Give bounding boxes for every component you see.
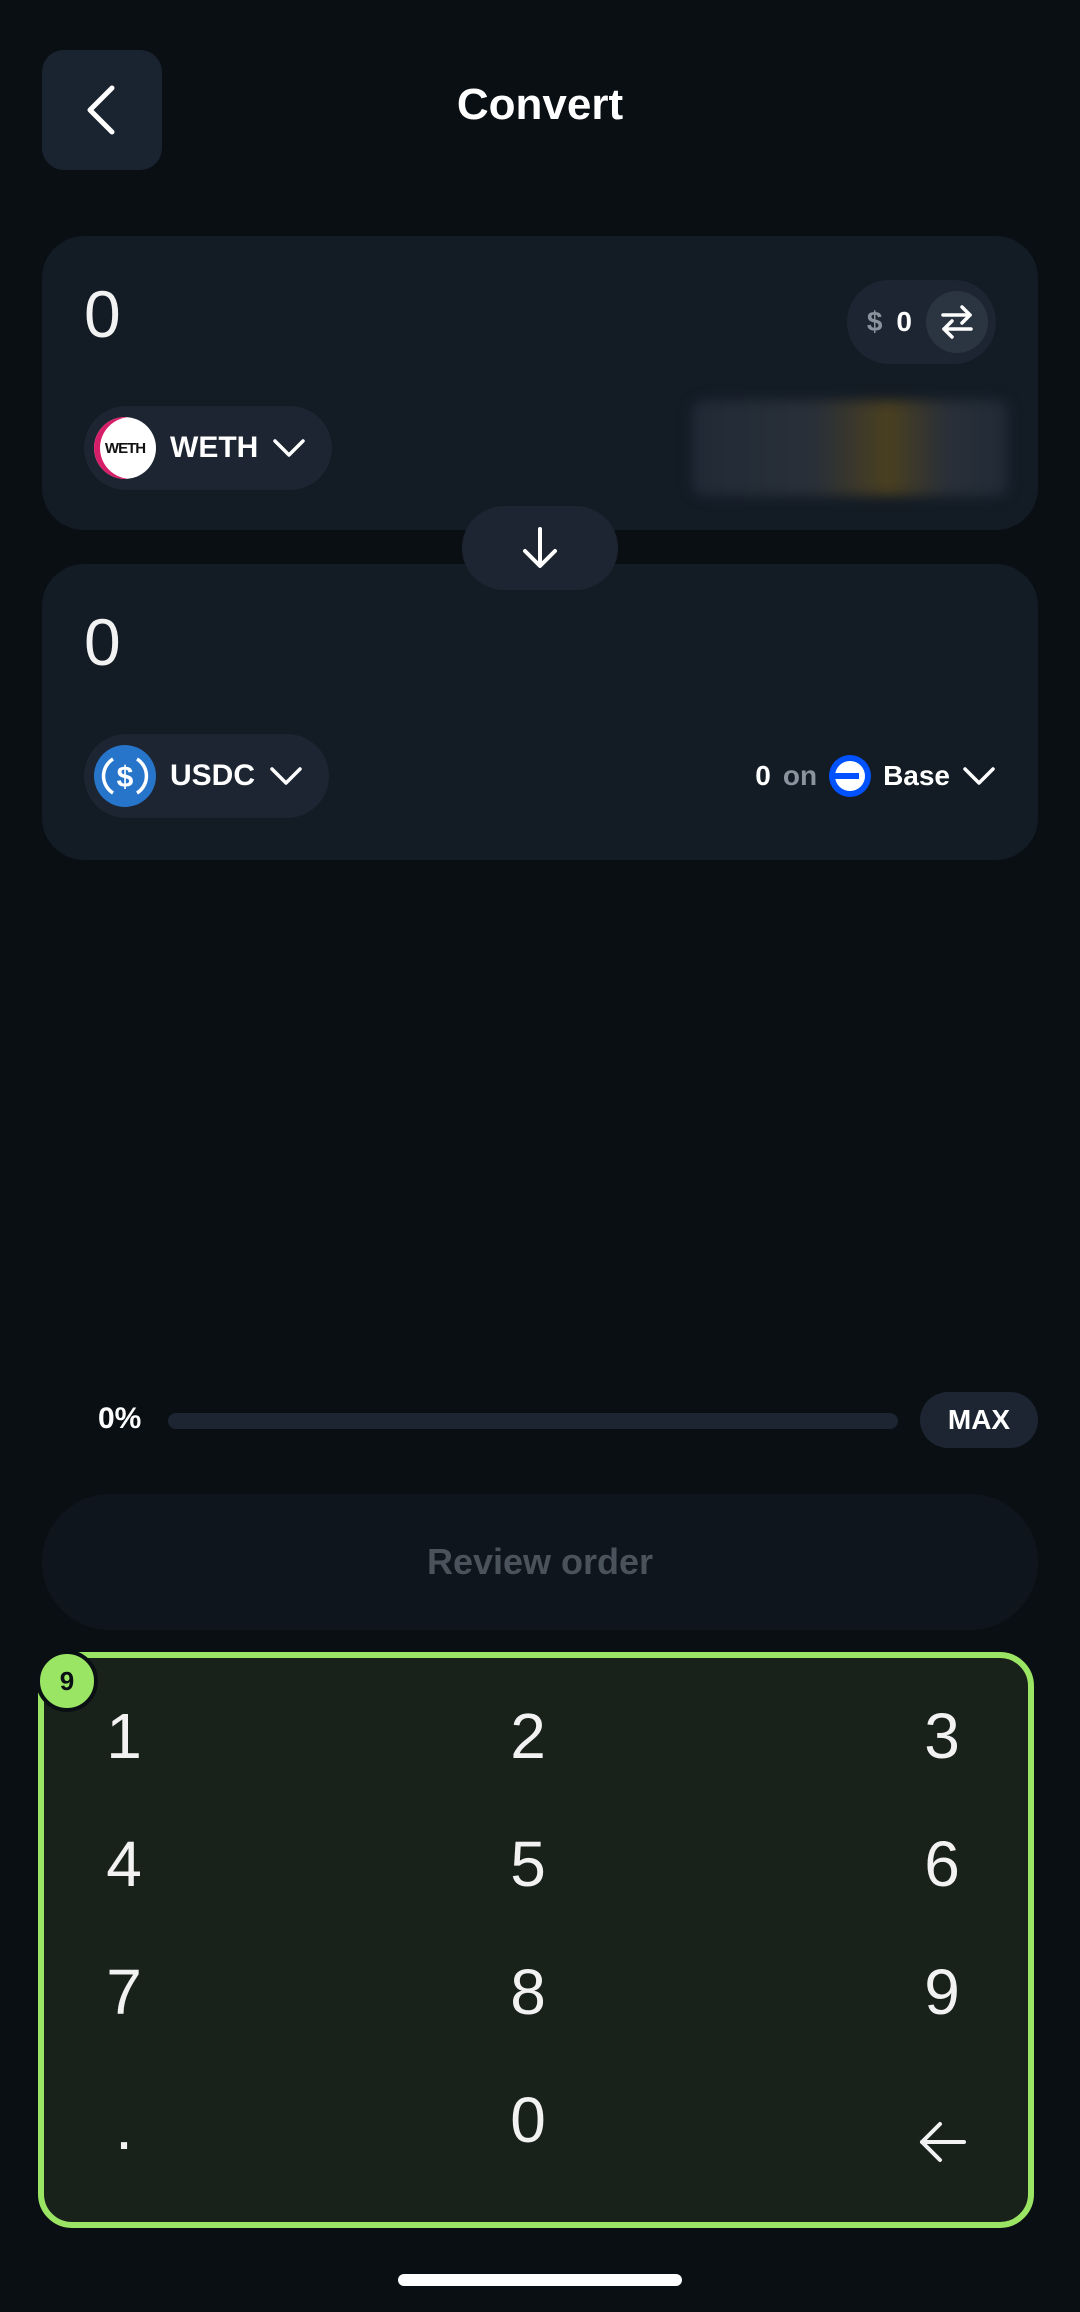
from-token-selector[interactable]: WETH WETH xyxy=(84,406,333,490)
usdc-logo: $ xyxy=(94,745,156,807)
key-5[interactable]: 5 xyxy=(468,1814,588,1914)
chevron-down-icon xyxy=(273,439,306,457)
key-6[interactable]: 6 xyxy=(882,1814,1002,1914)
from-token-symbol: WETH xyxy=(170,431,259,464)
key-backspace[interactable] xyxy=(882,2092,1002,2192)
key-7[interactable]: 7 xyxy=(64,1942,184,2042)
balance-redacted xyxy=(692,400,1008,496)
fiat-symbol: $ xyxy=(866,306,883,337)
base-icon xyxy=(835,761,866,791)
from-amount[interactable]: 0 xyxy=(84,276,121,352)
convert-screen: Convert 0 $ 0 WETH WETH 0 $ USDC 0 on Ba… xyxy=(0,0,1080,2312)
swap-button[interactable] xyxy=(926,291,988,353)
max-button[interactable]: MAX xyxy=(920,1392,1038,1448)
swap-horizontal-icon xyxy=(941,305,973,339)
home-indicator[interactable] xyxy=(398,2274,682,2286)
page-title: Convert xyxy=(456,80,624,129)
weth-logo: WETH xyxy=(94,417,156,479)
to-card: 0 $ USDC 0 on Base xyxy=(42,564,1038,860)
percent-slider[interactable] xyxy=(168,1413,898,1429)
chevron-down-icon xyxy=(270,767,302,785)
network-name: Base xyxy=(883,760,950,791)
network-selector[interactable]: 0 on Base xyxy=(755,740,996,812)
svg-text:$: $ xyxy=(117,761,134,794)
key-2[interactable]: 2 xyxy=(468,1686,588,1786)
key-8[interactable]: 8 xyxy=(468,1942,588,2042)
review-order-button[interactable]: Review order xyxy=(42,1494,1038,1630)
key-9[interactable]: 9 xyxy=(882,1942,1002,2042)
to-balance: 0 xyxy=(755,760,771,791)
from-card: 0 $ 0 WETH WETH xyxy=(42,236,1038,530)
usdc-icon: $ xyxy=(101,757,149,795)
chevron-down-icon xyxy=(963,767,995,785)
on-label: on xyxy=(782,760,818,791)
fiat-toggle[interactable]: $ 0 xyxy=(846,280,996,364)
keypad-badge: 9 xyxy=(36,1650,98,1712)
to-amount: 0 xyxy=(84,605,121,679)
key-4[interactable]: 4 xyxy=(64,1814,184,1914)
arrow-down-icon xyxy=(523,527,557,568)
key-3[interactable]: 3 xyxy=(882,1686,1002,1786)
key-decimal[interactable]: . xyxy=(64,2070,184,2170)
direction-button[interactable] xyxy=(462,506,618,590)
to-token-selector[interactable]: $ USDC xyxy=(84,734,330,818)
percent-label: 0% xyxy=(98,1402,142,1435)
fiat-value: 0 xyxy=(896,306,912,337)
base-logo xyxy=(829,755,872,797)
key-0[interactable]: 0 xyxy=(468,2070,588,2170)
arrow-left-icon xyxy=(920,2122,966,2162)
to-token-symbol: USDC xyxy=(170,759,256,792)
